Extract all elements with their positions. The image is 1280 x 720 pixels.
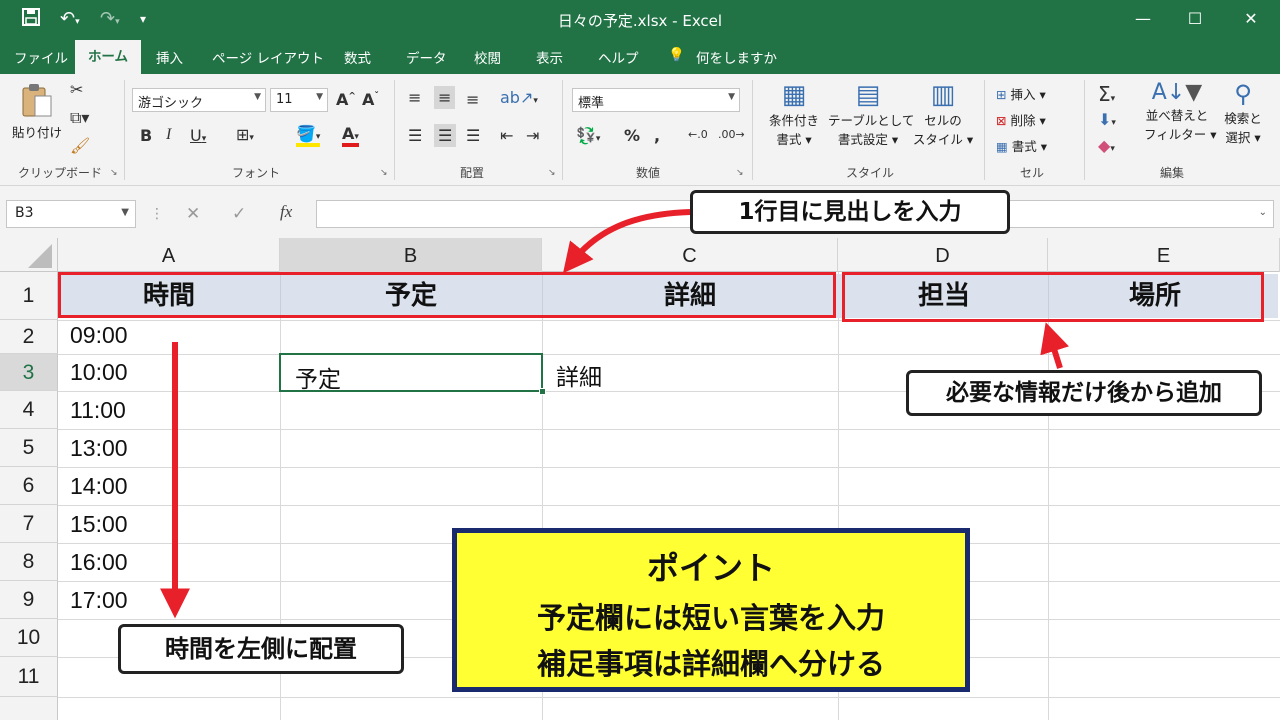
optional-callout: 必要な情報だけ後から追加 [906, 370, 1262, 416]
excel-window: ↶▾ ↷▾ ▾ 日々の予定.xlsx - Excel — ☐ ✕ ファイル ホー… [0, 0, 1280, 720]
point-box: ポイント 予定欄には短い言葉を入力 補足事項は詳細欄へ分ける [452, 528, 970, 692]
time-callout: 時間を左側に配置 [118, 624, 404, 674]
point-line-1: 予定欄には短い言葉を入力 [536, 601, 885, 635]
point-title: ポイント [646, 549, 775, 587]
optional-arrow [1040, 322, 1069, 369]
header-arrow [562, 209, 691, 274]
point-line-2: 補足事項は詳細欄へ分ける [536, 647, 885, 681]
header-callout: 1行目に見出しを入力 [690, 190, 1010, 234]
